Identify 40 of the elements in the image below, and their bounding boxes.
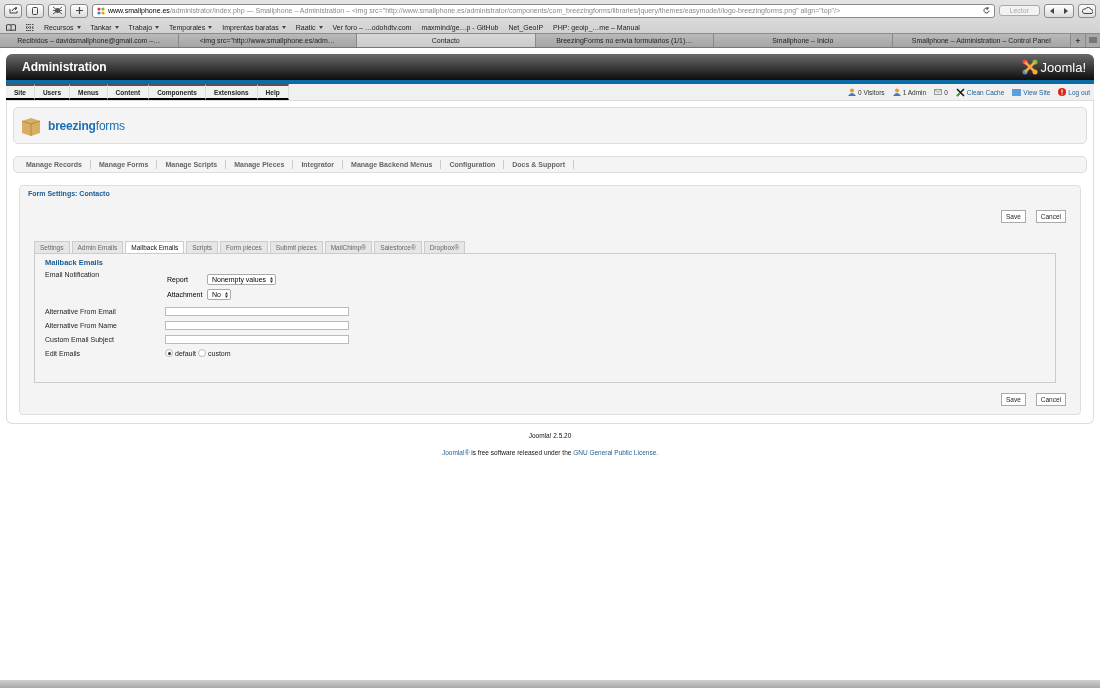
alert-icon: [1058, 88, 1067, 96]
favicon-icon: [97, 6, 105, 15]
plus-icon: [75, 7, 83, 14]
caret-icon: [114, 25, 119, 29]
text-field[interactable]: [165, 334, 349, 344]
brand-name: Joomla!: [1040, 59, 1086, 75]
new-tab-button[interactable]: +: [1071, 34, 1086, 47]
updown-icon: [224, 291, 228, 298]
caret-icon: [318, 25, 323, 29]
radio-button[interactable]: [165, 349, 173, 357]
back-forward-button[interactable]: [1044, 3, 1074, 18]
cloud-icon: [1081, 7, 1093, 14]
user-icon: [848, 88, 856, 96]
component-logo: breezingforms: [48, 118, 125, 133]
envelope-icon: [934, 89, 943, 95]
extension-button[interactable]: [48, 3, 66, 18]
text-field[interactable]: [165, 306, 349, 316]
caret-icon: [281, 25, 286, 29]
share-button[interactable]: [4, 3, 22, 18]
cloud-button[interactable]: [1078, 3, 1096, 18]
text-field[interactable]: [165, 320, 349, 330]
book-icon[interactable]: [6, 23, 16, 31]
joomla-logo-icon: [1022, 59, 1039, 75]
caret-icon: [155, 25, 160, 29]
admin-title: Administration: [22, 60, 107, 74]
bug-icon: [52, 6, 62, 15]
rectangle-icon: [32, 6, 38, 15]
monitor-icon: [1012, 88, 1022, 96]
caret-icon: [76, 25, 81, 29]
reload-icon[interactable]: [982, 7, 990, 14]
updown-icon: [270, 276, 274, 283]
grid-icon[interactable]: [26, 23, 34, 31]
sidebar-button[interactable]: [26, 3, 44, 18]
user-icon: [892, 88, 901, 96]
arrows-icon: [1050, 7, 1068, 14]
share-icon: [8, 7, 18, 14]
add-bookmark-button[interactable]: [70, 3, 88, 18]
caret-icon: [208, 25, 213, 29]
radio-button[interactable]: [198, 349, 207, 357]
broom-icon: [955, 87, 965, 97]
